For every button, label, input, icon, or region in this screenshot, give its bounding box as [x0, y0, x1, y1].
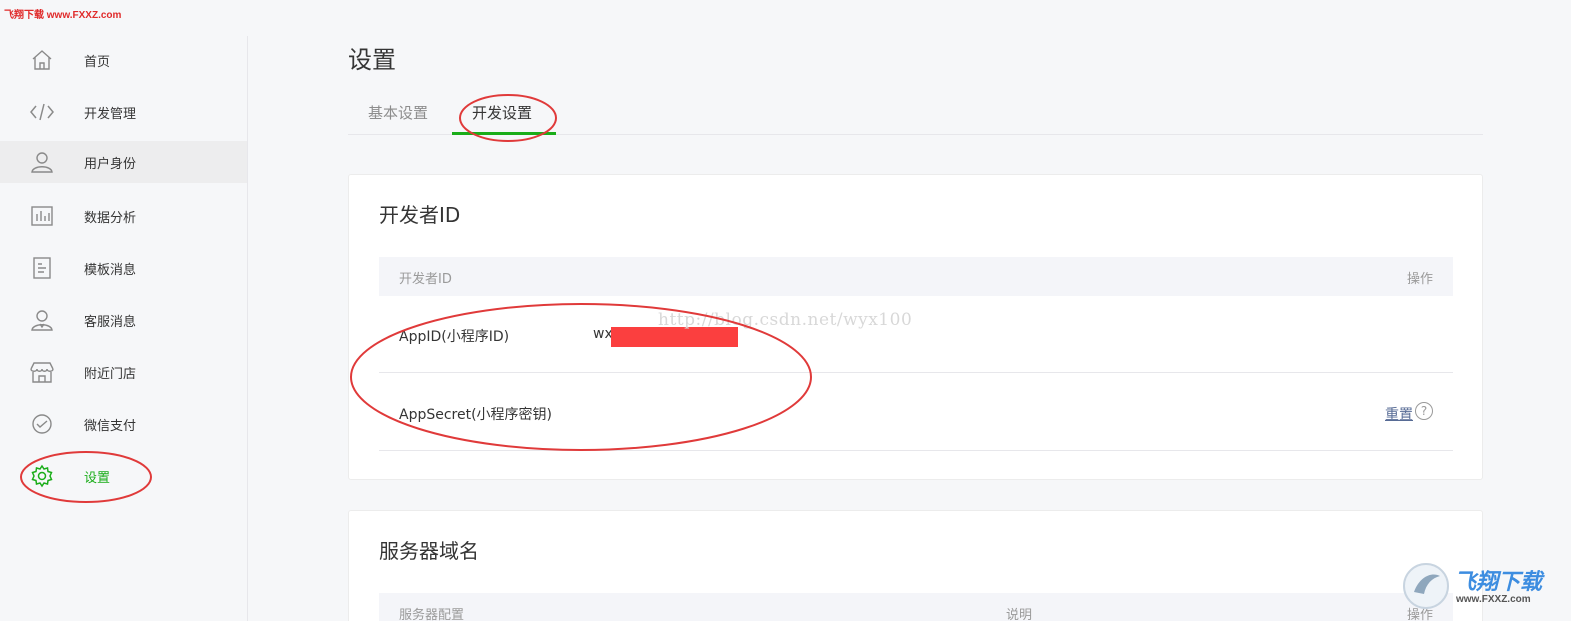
column-header-description: 说明: [1006, 608, 1033, 621]
sidebar-item-label: 设置: [84, 470, 111, 486]
sidebar-item-dev-management[interactable]: 开发管理: [0, 91, 247, 133]
column-header-id: 开发者ID: [399, 272, 452, 287]
sidebar-item-data-analysis[interactable]: 数据分析: [0, 195, 247, 237]
appsecret-label: AppSecret(小程序密钥): [399, 407, 553, 423]
card-title: 开发者ID: [379, 203, 461, 227]
sidebar-item-label: 用户身份: [84, 156, 137, 172]
settings-tabs: 基本设置 开发设置: [348, 96, 1483, 135]
sidebar-item-home[interactable]: 首页: [0, 39, 247, 81]
table-header: 开发者ID 操作: [379, 257, 1453, 296]
sidebar-item-customer-service[interactable]: 客服消息: [0, 299, 247, 341]
card-title: 服务器域名: [379, 539, 479, 563]
gear-icon: [28, 462, 56, 490]
sidebar-item-nearby-stores[interactable]: 附近门店: [0, 351, 247, 393]
column-header-server-config: 服务器配置: [399, 608, 465, 621]
blog-watermark: http://blog.csdn.net/wyx100: [658, 310, 913, 330]
sidebar-item-label: 客服消息: [84, 314, 137, 330]
page-title: 设置: [348, 46, 396, 74]
home-icon: [28, 46, 56, 74]
customer-service-icon: [28, 306, 56, 334]
developer-id-card: 开发者ID 开发者ID 操作 AppID(小程序ID) wx AppSecret…: [348, 174, 1483, 480]
sidebar-item-label: 微信支付: [84, 418, 137, 434]
tab-basic-settings[interactable]: 基本设置: [368, 102, 428, 135]
document-icon: [28, 254, 56, 282]
sidebar-item-settings[interactable]: 设置: [0, 455, 247, 497]
site-watermark: 飞翔下载 www.FXXZ.com: [4, 10, 122, 21]
sidebar-item-label: 数据分析: [84, 210, 137, 226]
sidebar-item-label: 首页: [84, 54, 111, 70]
column-header-action: 操作: [1406, 272, 1433, 287]
table-row-appid: AppID(小程序ID) wx: [379, 296, 1453, 373]
brand-url: www.FXXZ.com: [1456, 594, 1531, 605]
sidebar-item-label: 附近门店: [84, 366, 137, 382]
bar-chart-icon: [28, 202, 56, 230]
user-icon: [28, 148, 56, 176]
server-domain-card: 服务器域名 服务器配置 说明 操作: [348, 510, 1483, 621]
sidebar: 首页 开发管理 用户身份 数据分析 模板消息 客服消息 附近门店 微信支付 设置: [0, 36, 248, 621]
wechat-pay-icon: [28, 410, 56, 438]
sidebar-item-user-identity[interactable]: 用户身份: [0, 141, 247, 183]
store-icon: [28, 358, 56, 386]
tab-dev-settings[interactable]: 开发设置: [472, 102, 532, 135]
redaction-bar: [611, 327, 738, 347]
code-icon: [28, 98, 56, 126]
brand-name: 飞翔下载: [1454, 569, 1543, 594]
table-header: 服务器配置 说明 操作: [379, 593, 1453, 621]
reset-link[interactable]: 重置: [1385, 404, 1413, 424]
sidebar-item-label: 开发管理: [84, 106, 137, 122]
sidebar-item-template-messages[interactable]: 模板消息: [0, 247, 247, 289]
brand-watermark: 飞翔下载 www.FXXZ.com: [1402, 562, 1562, 614]
sidebar-item-wechat-pay[interactable]: 微信支付: [0, 403, 247, 445]
active-tab-indicator: [452, 132, 556, 135]
sidebar-item-label: 模板消息: [84, 262, 137, 278]
table-row-appsecret: AppSecret(小程序密钥) 重置 ?: [379, 374, 1453, 451]
question-icon[interactable]: ?: [1415, 402, 1433, 420]
brand-logo-icon: [1403, 563, 1449, 609]
appid-value: wx: [593, 326, 613, 342]
appid-label: AppID(小程序ID): [399, 329, 510, 345]
